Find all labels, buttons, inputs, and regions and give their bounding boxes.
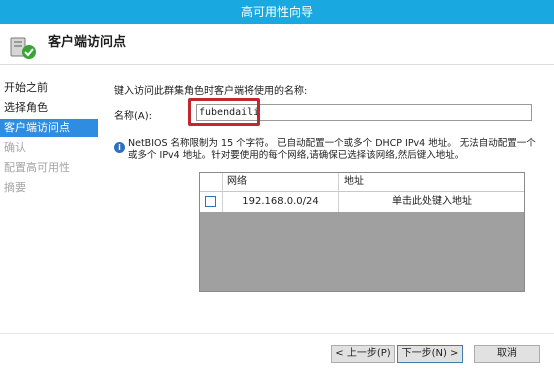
next-button[interactable]: 下一步(N) > [397, 345, 463, 363]
table-row: 192.168.0.0/24 单击此处键入地址 [200, 192, 524, 212]
network-address-grid: 网络 地址 192.168.0.0/24 单击此处键入地址 [199, 172, 525, 292]
page-title: 客户端访问点 [48, 35, 127, 50]
window-title: 高可用性向导 [240, 5, 313, 19]
column-header-address[interactable]: 地址 [340, 173, 524, 191]
sidebar-item-confirmation: 确认 [4, 141, 26, 154]
network-checkbox[interactable] [205, 196, 216, 207]
info-icon: i [114, 142, 125, 153]
network-cell: 192.168.0.0/24 [223, 192, 339, 212]
sidebar-item-before-you-begin[interactable]: 开始之前 [0, 79, 98, 97]
cancel-button[interactable]: 取消 [474, 345, 540, 363]
instruction-text: 键入访问此群集角色时客户端将使用的名称: [114, 86, 308, 97]
address-cell[interactable]: 单击此处键入地址 [340, 192, 524, 212]
cluster-wizard-icon [10, 37, 36, 59]
sidebar-item-select-role[interactable]: 选择角色 [0, 99, 98, 117]
wizard-steps-nav: 开始之前 选择角色 客户端访问点 确认 配置高可用性 摘要 [0, 79, 98, 199]
footer-divider [0, 333, 554, 334]
grid-header: 网络 地址 [200, 173, 524, 192]
sidebar-item-configure-high-availability: 配置高可用性 [4, 161, 70, 174]
window-title-bar: 高可用性向导 [0, 0, 554, 24]
grid-header-check [200, 173, 223, 191]
check-cell [200, 192, 223, 212]
column-header-network[interactable]: 网络 [223, 173, 339, 191]
sidebar-item-summary: 摘要 [4, 181, 26, 194]
sidebar-item-client-access-point[interactable]: 客户端访问点 [0, 119, 98, 137]
wizard-header: 客户端访问点 [0, 24, 554, 65]
previous-button[interactable]: < 上一步(P) [331, 345, 395, 363]
name-label: 名称(A): [114, 111, 153, 122]
info-text: NetBIOS 名称限制为 15 个字符。 已自动配置一个或多个 DHCP IP… [128, 138, 536, 161]
annotation-highlight-box [188, 98, 260, 126]
